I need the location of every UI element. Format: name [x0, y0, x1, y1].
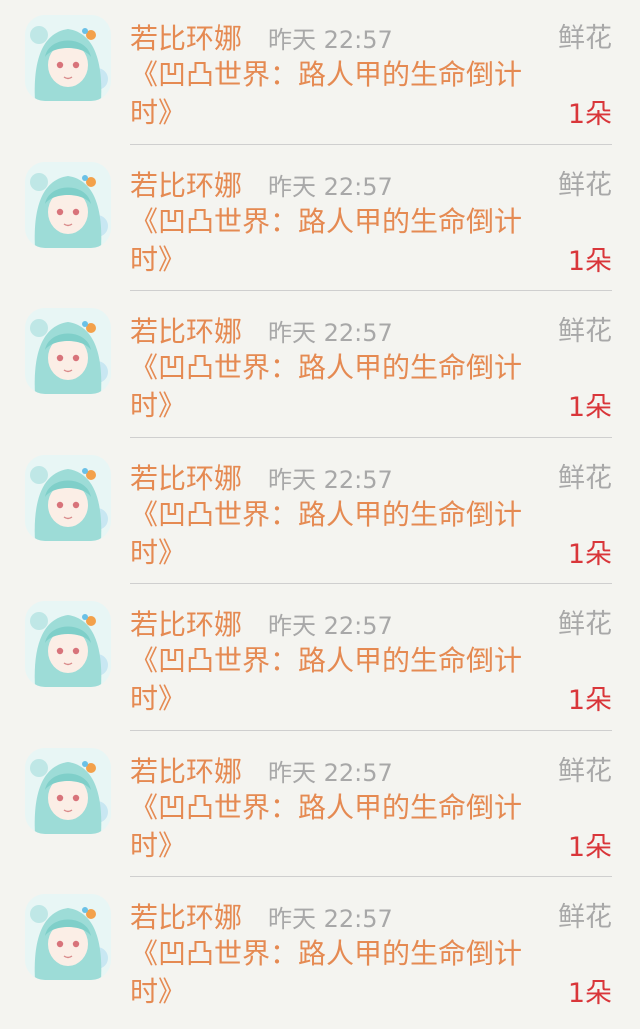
list-item[interactable]: 若比环娜 昨天 22:57 鲜花 《凹凸世界：路人甲的生命倒计时》 1朵	[0, 879, 640, 1026]
list-item[interactable]: 若比环娜 昨天 22:57 鲜花 《凹凸世界：路人甲的生命倒计时》 1朵	[0, 733, 640, 880]
gift-type-label: 鲜花	[558, 902, 612, 933]
timestamp: 昨天 22:57	[268, 905, 393, 933]
gift-count: 1朵	[567, 685, 612, 716]
sender-name[interactable]: 若比环娜	[130, 899, 242, 937]
avatar[interactable]	[25, 454, 111, 541]
user-avatar-icon	[25, 894, 111, 980]
gift-type-label: 鲜花	[558, 462, 612, 494]
book-title-link[interactable]: 《凹凸世界：路人甲的生命倒计时》	[130, 789, 560, 865]
user-avatar-icon	[25, 747, 111, 834]
avatar[interactable]	[25, 894, 111, 980]
timestamp: 昨天 22:57	[268, 758, 393, 787]
gift-type-label: 鲜花	[558, 169, 612, 201]
timestamp: 昨天 22:57	[268, 319, 393, 347]
sender-name[interactable]: 若比环娜	[130, 753, 242, 791]
timestamp: 昨天 22:57	[268, 26, 393, 54]
gift-record-list: 若比环娜 昨天 22:57 鲜花 《凹凸世界：路人甲的生命倒计时》 1朵 若比环…	[0, 0, 640, 1026]
gift-count: 1朵	[567, 245, 612, 277]
list-item[interactable]: 若比环娜 昨天 22:57 鲜花 《凹凸世界：路人甲的生命倒计时》 1朵	[0, 293, 640, 440]
avatar[interactable]	[25, 308, 111, 394]
book-title-link[interactable]: 《凹凸世界：路人甲的生命倒计时》	[130, 56, 560, 132]
sender-name[interactable]: 若比环娜	[130, 313, 242, 351]
gift-count: 1朵	[567, 538, 612, 570]
book-title-link[interactable]: 《凹凸世界：路人甲的生命倒计时》	[130, 496, 560, 572]
sender-name[interactable]: 若比环娜	[130, 606, 242, 644]
gift-count: 1朵	[567, 392, 612, 423]
sender-name[interactable]: 若比环娜	[130, 167, 242, 205]
gift-type-label: 鲜花	[558, 316, 612, 347]
gift-type-label: 鲜花	[558, 23, 612, 54]
list-item[interactable]: 若比环娜 昨天 22:57 鲜花 《凹凸世界：路人甲的生命倒计时》 1朵	[0, 147, 640, 294]
list-item[interactable]: 若比环娜 昨天 22:57 鲜花 《凹凸世界：路人甲的生命倒计时》 1朵	[0, 440, 640, 587]
avatar[interactable]	[25, 161, 111, 248]
timestamp: 昨天 22:57	[268, 465, 393, 494]
user-avatar-icon	[25, 601, 111, 687]
divider	[130, 876, 612, 877]
avatar[interactable]	[25, 601, 111, 687]
book-title-link[interactable]: 《凹凸世界：路人甲的生命倒计时》	[130, 349, 560, 425]
divider	[130, 290, 612, 291]
gift-count: 1朵	[567, 978, 612, 1009]
sender-name[interactable]: 若比环娜	[130, 460, 242, 498]
gift-count: 1朵	[567, 831, 612, 863]
divider	[130, 729, 612, 731]
timestamp: 昨天 22:57	[268, 172, 393, 201]
sender-name[interactable]: 若比环娜	[130, 20, 242, 58]
gift-type-label: 鲜花	[558, 755, 612, 787]
avatar[interactable]	[25, 747, 111, 834]
book-title-link[interactable]: 《凹凸世界：路人甲的生命倒计时》	[130, 935, 560, 1011]
book-title-link[interactable]: 《凹凸世界：路人甲的生命倒计时》	[130, 203, 560, 279]
avatar[interactable]	[25, 15, 111, 101]
list-item[interactable]: 若比环娜 昨天 22:57 鲜花 《凹凸世界：路人甲的生命倒计时》 1朵	[0, 0, 640, 147]
user-avatar-icon	[25, 454, 111, 541]
user-avatar-icon	[25, 15, 111, 101]
divider	[130, 143, 612, 145]
gift-type-label: 鲜花	[558, 609, 612, 640]
divider	[130, 583, 612, 584]
timestamp: 昨天 22:57	[268, 612, 393, 640]
divider	[130, 436, 612, 438]
book-title-link[interactable]: 《凹凸世界：路人甲的生命倒计时》	[130, 642, 560, 718]
gift-count: 1朵	[567, 99, 612, 130]
user-avatar-icon	[25, 161, 111, 248]
user-avatar-icon	[25, 308, 111, 394]
list-item[interactable]: 若比环娜 昨天 22:57 鲜花 《凹凸世界：路人甲的生命倒计时》 1朵	[0, 586, 640, 733]
